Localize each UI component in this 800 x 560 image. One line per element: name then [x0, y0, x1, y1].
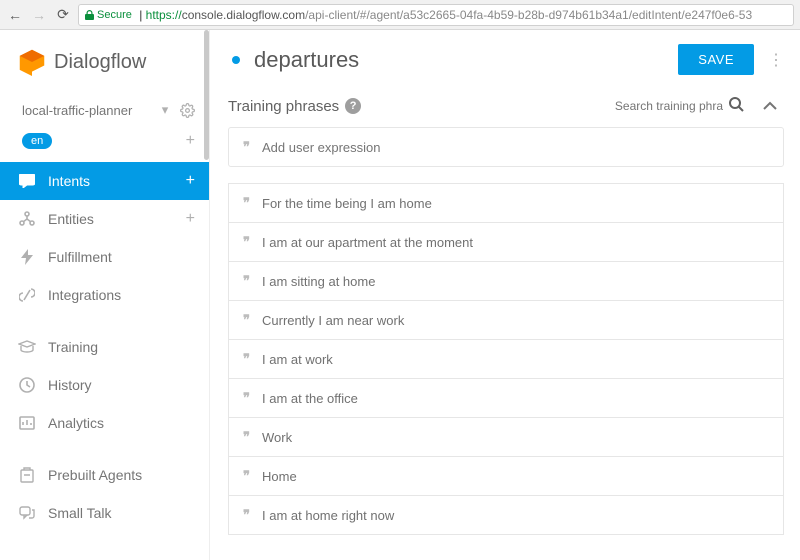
url-protocol: https://: [146, 8, 182, 22]
add-entity-button[interactable]: +: [186, 210, 195, 228]
quote-icon: ❞: [243, 351, 250, 367]
sidebar-label: Integrations: [48, 287, 121, 303]
sidebar-item-history[interactable]: History: [0, 366, 209, 404]
sidebar-item-entities[interactable]: Entities +: [0, 200, 209, 238]
training-phrase-row[interactable]: ❞ For the time being I am home: [228, 183, 784, 223]
browser-chrome: ← → ⟳ Secure | https://console.dialogflo…: [0, 0, 800, 30]
sidebar-label: Small Talk: [48, 505, 112, 521]
sidebar-item-smalltalk[interactable]: Small Talk: [0, 494, 209, 532]
quote-icon: ❞: [243, 507, 250, 523]
quote-icon: ❞: [243, 312, 250, 328]
entities-icon: [18, 210, 36, 228]
training-phrase-row[interactable]: ❞ I am sitting at home: [228, 262, 784, 301]
collapse-section-icon[interactable]: [762, 99, 778, 114]
brand-name: Dialogflow: [54, 51, 146, 74]
history-icon: [18, 376, 36, 394]
brand-row[interactable]: Dialogflow: [0, 30, 209, 94]
sidebar: Dialogflow local-traffic-planner ▾ en + …: [0, 30, 210, 560]
add-expression-input[interactable]: [262, 140, 769, 155]
phrase-text: Currently I am near work: [262, 313, 404, 328]
help-icon[interactable]: ?: [345, 98, 361, 114]
training-phrase-row[interactable]: ❞ Home: [228, 457, 784, 496]
prebuilt-icon: [18, 466, 36, 484]
sidebar-label: Fulfillment: [48, 249, 112, 265]
quote-icon: ❞: [243, 139, 250, 155]
sidebar-item-intents[interactable]: Intents +: [0, 162, 209, 200]
section-title: Training phrases: [228, 98, 339, 115]
training-phrase-row[interactable]: ❞ I am at the office: [228, 379, 784, 418]
training-phrase-list: ❞ For the time being I am home ❞ I am at ou…: [228, 183, 800, 535]
sidebar-item-training[interactable]: Training: [0, 328, 209, 366]
training-section-header: Training phrases ?: [228, 97, 800, 115]
save-button[interactable]: SAVE: [678, 44, 754, 75]
sidebar-label: History: [48, 377, 92, 393]
url-path: /api-client/#/agent/a53c2665-04fa-4b59-b…: [305, 8, 752, 22]
quote-icon: ❞: [243, 429, 250, 445]
phrase-text: For the time being I am home: [262, 196, 432, 211]
quote-icon: ❞: [243, 390, 250, 406]
intent-name[interactable]: departures: [254, 47, 664, 73]
sidebar-label: Entities: [48, 211, 94, 227]
sidebar-label: Prebuilt Agents: [48, 467, 142, 483]
training-phrase-row[interactable]: ❞ Work: [228, 418, 784, 457]
sidebar-label: Intents: [48, 173, 90, 189]
intents-icon: [18, 172, 36, 190]
quote-icon: ❞: [243, 468, 250, 484]
sidebar-item-analytics[interactable]: Analytics: [0, 404, 209, 442]
secure-badge: Secure: [85, 9, 132, 21]
intent-status-dot: [232, 56, 240, 64]
phrase-text: I am at the office: [262, 391, 358, 406]
sidebar-item-integrations[interactable]: Integrations: [0, 276, 209, 314]
gear-icon[interactable]: [179, 102, 195, 118]
back-button[interactable]: ←: [6, 6, 24, 24]
language-row: en +: [0, 128, 209, 162]
phrase-text: I am at home right now: [262, 508, 394, 523]
forward-button[interactable]: →: [30, 6, 48, 24]
training-phrase-row[interactable]: ❞ I am at home right now: [228, 496, 784, 535]
add-intent-button[interactable]: +: [186, 172, 195, 190]
training-phrase-row[interactable]: ❞ Currently I am near work: [228, 301, 784, 340]
phrase-text: Home: [262, 469, 297, 484]
smalltalk-icon: [18, 504, 36, 522]
sidebar-item-prebuilt[interactable]: Prebuilt Agents: [0, 456, 209, 494]
intent-header: departures SAVE ⋮: [228, 44, 800, 75]
phrase-text: I am at our apartment at the moment: [262, 235, 473, 250]
sidebar-label: Training: [48, 339, 98, 355]
main-panel: departures SAVE ⋮ Training phrases ? ❞ ❞…: [210, 30, 800, 560]
analytics-icon: [18, 414, 36, 432]
agent-name: local-traffic-planner: [22, 103, 151, 118]
quote-icon: ❞: [243, 273, 250, 289]
search-training-input[interactable]: [613, 99, 723, 114]
address-bar[interactable]: Secure | https://console.dialogflow.com/…: [78, 4, 794, 26]
language-chip[interactable]: en: [22, 133, 52, 149]
quote-icon: ❞: [243, 234, 250, 250]
more-menu-icon[interactable]: ⋮: [768, 50, 784, 70]
phrase-text: I am sitting at home: [262, 274, 375, 289]
training-icon: [18, 338, 36, 356]
sidebar-scrollbar[interactable]: [204, 30, 209, 560]
training-phrase-row[interactable]: ❞ I am at our apartment at the moment: [228, 223, 784, 262]
integrations-icon: [18, 286, 36, 304]
phrase-text: Work: [262, 430, 292, 445]
training-phrase-row[interactable]: ❞ I am at work: [228, 340, 784, 379]
phrase-text: I am at work: [262, 352, 333, 367]
lock-icon: [85, 10, 94, 20]
search-icon[interactable]: [729, 97, 744, 115]
chevron-down-icon[interactable]: ▾: [157, 102, 173, 118]
quote-icon: ❞: [243, 195, 250, 211]
reload-button[interactable]: ⟳: [54, 6, 72, 24]
sidebar-item-fulfillment[interactable]: Fulfillment: [0, 238, 209, 276]
agent-selector[interactable]: local-traffic-planner ▾: [0, 94, 209, 128]
dialogflow-logo-icon: [18, 48, 46, 76]
add-expression-row[interactable]: ❞: [228, 127, 784, 167]
add-language-button[interactable]: +: [186, 132, 195, 150]
url-host: console.dialogflow.com: [182, 8, 305, 22]
sidebar-label: Analytics: [48, 415, 104, 431]
fulfillment-icon: [18, 248, 36, 266]
